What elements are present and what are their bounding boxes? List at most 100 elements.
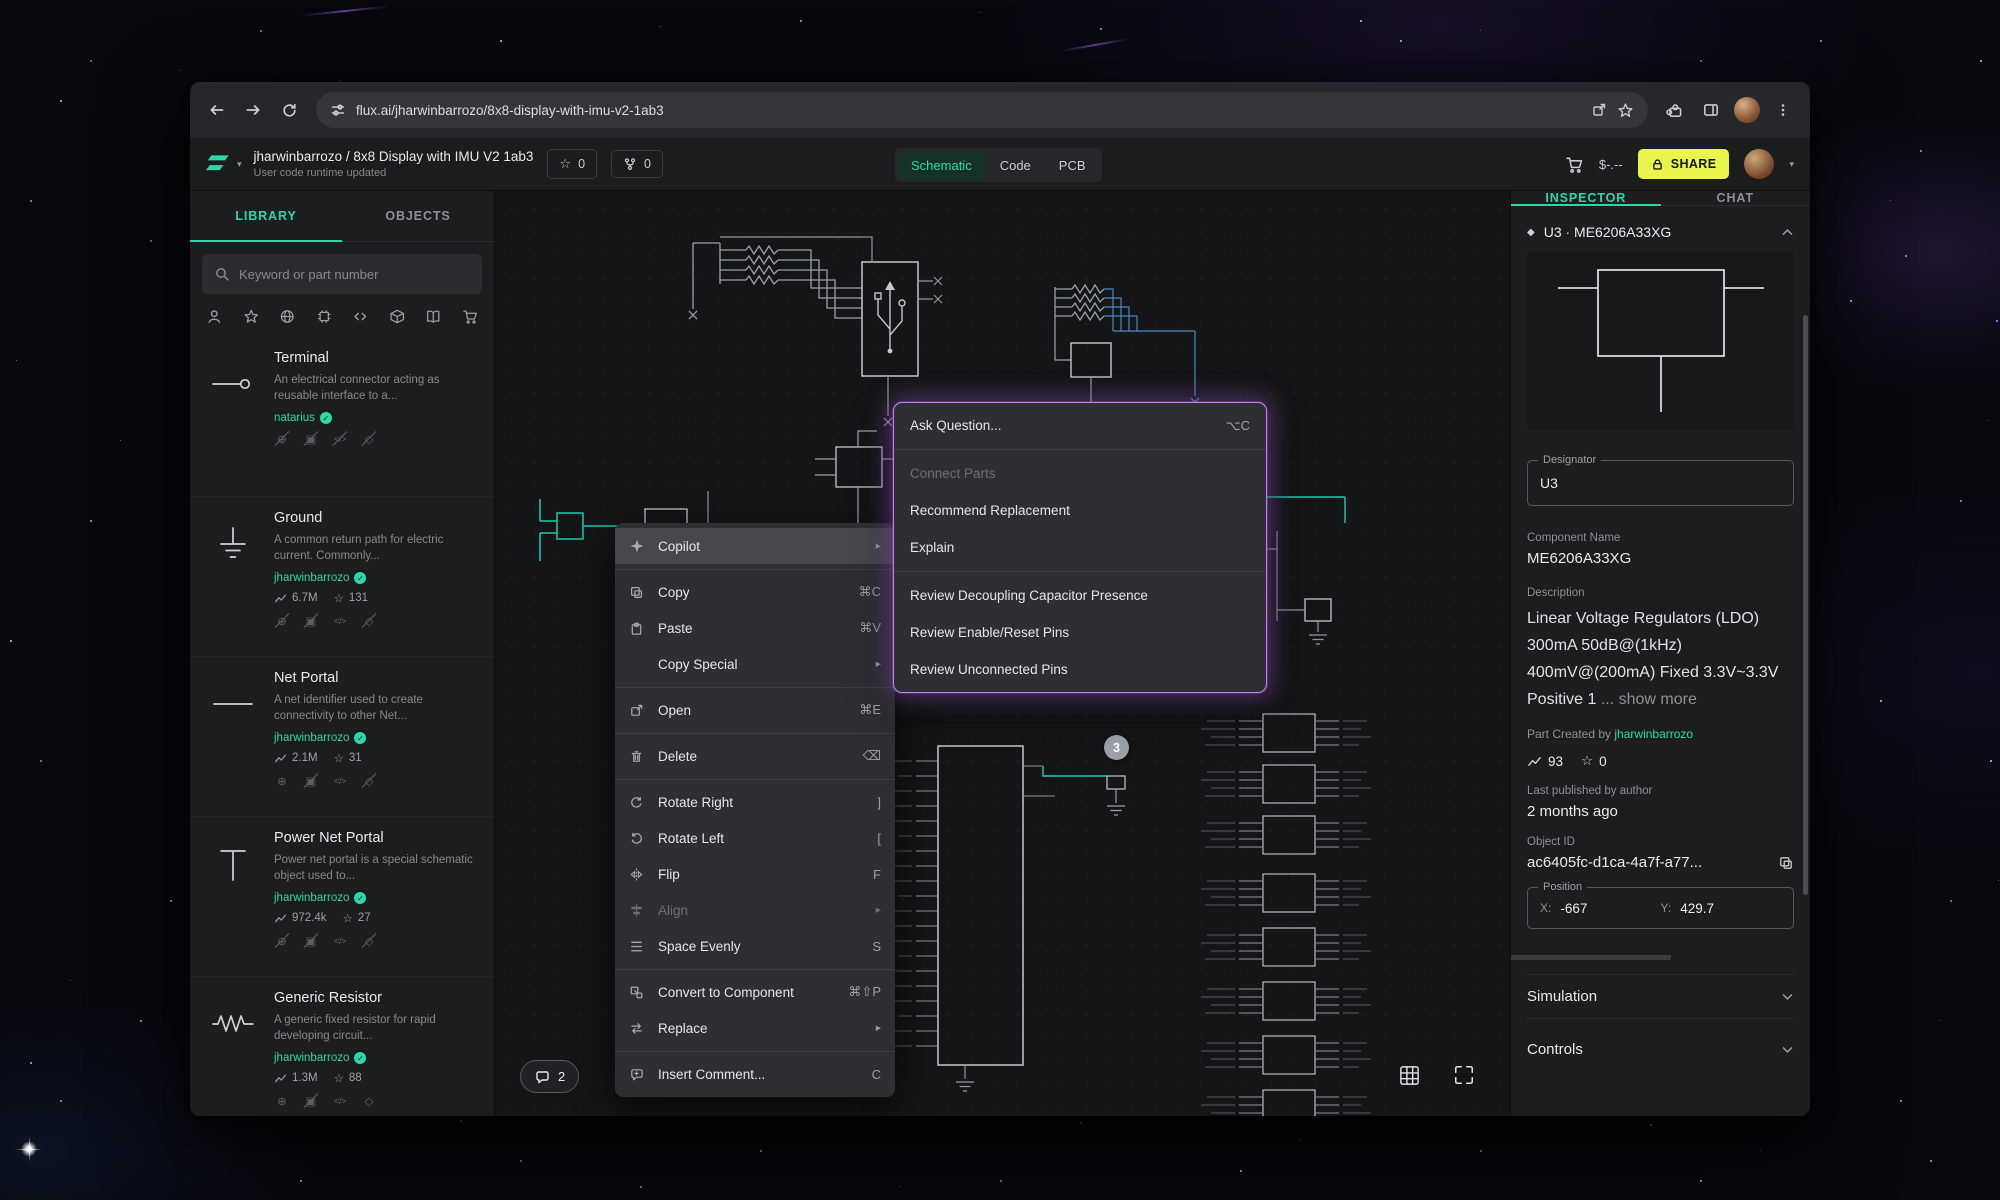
menu-item-rotate-right[interactable]: Rotate Right ] xyxy=(615,784,895,820)
code-icon[interactable]: </> xyxy=(332,613,348,629)
code-icon[interactable]: </> xyxy=(332,773,348,789)
panel-resize-handle[interactable] xyxy=(1511,955,1671,960)
fanout-wires[interactable] xyxy=(1104,289,1199,406)
fullscreen-button[interactable] xyxy=(1451,1062,1477,1088)
driver-ic-column[interactable] xyxy=(1201,714,1371,1116)
project-breadcrumb[interactable]: jharwinbarrozo / 8x8 Display with IMU V2… xyxy=(254,149,534,164)
schematic-canvas[interactable]: 3 2 Copilot ▸ xyxy=(495,191,1510,1116)
bookmark-star-icon[interactable] xyxy=(1617,102,1634,119)
controls-section[interactable]: Controls xyxy=(1527,1018,1794,1071)
footprint-icon[interactable]: ⊕ xyxy=(274,773,290,789)
forward-button[interactable] xyxy=(236,93,270,127)
tab-schematic[interactable]: Schematic xyxy=(898,152,985,179)
site-settings-icon[interactable] xyxy=(330,102,346,118)
code-icon[interactable]: </> xyxy=(332,1093,348,1109)
code-filter-icon[interactable] xyxy=(352,308,369,325)
list-item-generic-resistor[interactable]: Generic Resistor A generic fixed resisto… xyxy=(190,977,494,1116)
model-off-icon[interactable]: ◇ xyxy=(361,773,377,789)
footprint-off-icon[interactable]: ⊕ xyxy=(274,613,290,629)
resistor-network-1[interactable] xyxy=(689,243,862,319)
selected-part-header[interactable]: ◆ U3 · ME6206A33XG xyxy=(1527,224,1794,240)
model-off-icon[interactable]: ◇ xyxy=(361,613,377,629)
search-input[interactable] xyxy=(239,267,470,282)
image-off-icon[interactable]: ▣ xyxy=(303,613,319,629)
share-button[interactable]: SHARE xyxy=(1638,149,1730,179)
menu-item-insert-comment[interactable]: Insert Comment... C xyxy=(615,1056,895,1092)
grid-snap-toggle[interactable] xyxy=(1396,1062,1422,1088)
submenu-item-review-decoupling[interactable]: Review Decoupling Capacitor Presence xyxy=(894,577,1266,614)
menu-item-copy-special[interactable]: Copy Special ▸ xyxy=(615,646,895,682)
x-value[interactable]: -667 xyxy=(1560,901,1587,916)
starred-filter-icon[interactable] xyxy=(243,308,260,325)
image-off-icon[interactable]: ▣ xyxy=(303,773,319,789)
position-field[interactable]: Position X: -667 Y: 429.7 xyxy=(1527,887,1794,929)
tab-code[interactable]: Code xyxy=(987,152,1044,179)
model-off-icon[interactable]: ◇ xyxy=(361,431,377,447)
footprint-off-icon[interactable]: ⊕ xyxy=(274,933,290,949)
item-author[interactable]: jharwinbarrozo xyxy=(274,892,349,904)
tab-library[interactable]: LIBRARY xyxy=(190,191,342,241)
fork-count-button[interactable]: 0 xyxy=(611,150,663,178)
url-bar[interactable]: flux.ai/jharwinbarrozo/8x8-display-with-… xyxy=(316,92,1648,128)
cart-filter-icon[interactable] xyxy=(462,308,479,325)
model-icon[interactable]: ◇ xyxy=(361,1093,377,1109)
list-item-terminal[interactable]: Terminal An electrical connector acting … xyxy=(190,337,494,497)
list-item-net-portal[interactable]: Net Portal A net identifier used to crea… xyxy=(190,657,494,817)
side-panel-icon[interactable] xyxy=(1694,93,1728,127)
show-more-link[interactable]: ... show more xyxy=(1601,691,1697,708)
main-ic-symbol[interactable] xyxy=(886,746,1107,1091)
tab-pcb[interactable]: PCB xyxy=(1046,152,1099,179)
menu-item-open[interactable]: Open ⌘E xyxy=(615,692,895,728)
submenu-item-review-enable-reset[interactable]: Review Enable/Reset Pins xyxy=(894,614,1266,651)
image-off-icon[interactable]: ▣ xyxy=(303,933,319,949)
list-item-power-net-portal[interactable]: Power Net Portal Power net portal is a s… xyxy=(190,817,494,977)
footprint-off-icon[interactable]: ⊕ xyxy=(274,431,290,447)
list-item-ground[interactable]: Ground A common return path for electric… xyxy=(190,497,494,657)
cart-icon[interactable] xyxy=(1565,155,1584,174)
code-off-icon[interactable]: </> xyxy=(332,431,348,447)
menu-item-delete[interactable]: Delete ⌫ xyxy=(615,738,895,774)
y-value[interactable]: 429.7 xyxy=(1680,901,1714,916)
user-avatar[interactable] xyxy=(1744,149,1774,179)
image-off-icon[interactable]: ▣ xyxy=(303,1093,319,1109)
item-author[interactable]: natarius xyxy=(274,412,315,424)
browser-profile-avatar[interactable] xyxy=(1734,97,1760,123)
item-author[interactable]: jharwinbarrozo xyxy=(274,572,349,584)
menu-item-paste[interactable]: Paste ⌘V xyxy=(615,610,895,646)
code-icon[interactable]: </> xyxy=(332,933,348,949)
image-off-icon[interactable]: ▣ xyxy=(303,431,319,447)
url-text[interactable]: flux.ai/jharwinbarrozo/8x8-display-with-… xyxy=(356,103,1581,118)
resistor-network-2[interactable] xyxy=(1055,285,1104,320)
usb-connector-symbol[interactable] xyxy=(720,237,942,426)
open-in-new-icon[interactable] xyxy=(1591,102,1607,118)
menu-item-copy[interactable]: Copy ⌘C xyxy=(615,574,895,610)
package-filter-icon[interactable] xyxy=(389,308,406,325)
badge-net-component[interactable] xyxy=(1107,776,1125,815)
item-author[interactable]: jharwinbarrozo xyxy=(274,1052,349,1064)
author-link[interactable]: jharwinbarrozo xyxy=(1614,727,1693,741)
back-button[interactable] xyxy=(200,93,234,127)
footprint-icon[interactable]: ⊕ xyxy=(274,1093,290,1109)
reload-button[interactable] xyxy=(272,93,306,127)
profile-filter-icon[interactable] xyxy=(206,308,223,325)
submenu-item-review-unconnected[interactable]: Review Unconnected Pins xyxy=(894,651,1266,688)
annotation-badge[interactable]: 3 xyxy=(1104,735,1129,760)
star-count-button[interactable]: ☆ 0 xyxy=(547,149,597,179)
community-filter-icon[interactable] xyxy=(279,308,296,325)
extensions-icon[interactable] xyxy=(1658,93,1692,127)
component-above-menu[interactable] xyxy=(815,431,901,531)
flux-logo[interactable]: ▾ xyxy=(206,152,242,176)
tab-chat[interactable]: CHAT xyxy=(1661,191,1811,205)
menu-item-copilot[interactable]: Copilot ▸ xyxy=(615,528,895,564)
tab-inspector[interactable]: INSPECTOR xyxy=(1511,191,1661,205)
submenu-item-ask-question[interactable]: Ask Question... ⌥C xyxy=(894,407,1266,444)
menu-item-rotate-left[interactable]: Rotate Left [ xyxy=(615,820,895,856)
logo-caret-icon[interactable]: ▾ xyxy=(237,159,242,170)
item-author[interactable]: jharwinbarrozo xyxy=(274,732,349,744)
library-filter-icon[interactable] xyxy=(425,308,442,325)
copy-id-icon[interactable] xyxy=(1778,855,1794,871)
avatar-caret-icon[interactable]: ▾ xyxy=(1789,159,1794,170)
comments-button[interactable]: 2 xyxy=(520,1060,579,1093)
model-off-icon[interactable]: ◇ xyxy=(361,933,377,949)
tab-objects[interactable]: OBJECTS xyxy=(342,191,494,241)
